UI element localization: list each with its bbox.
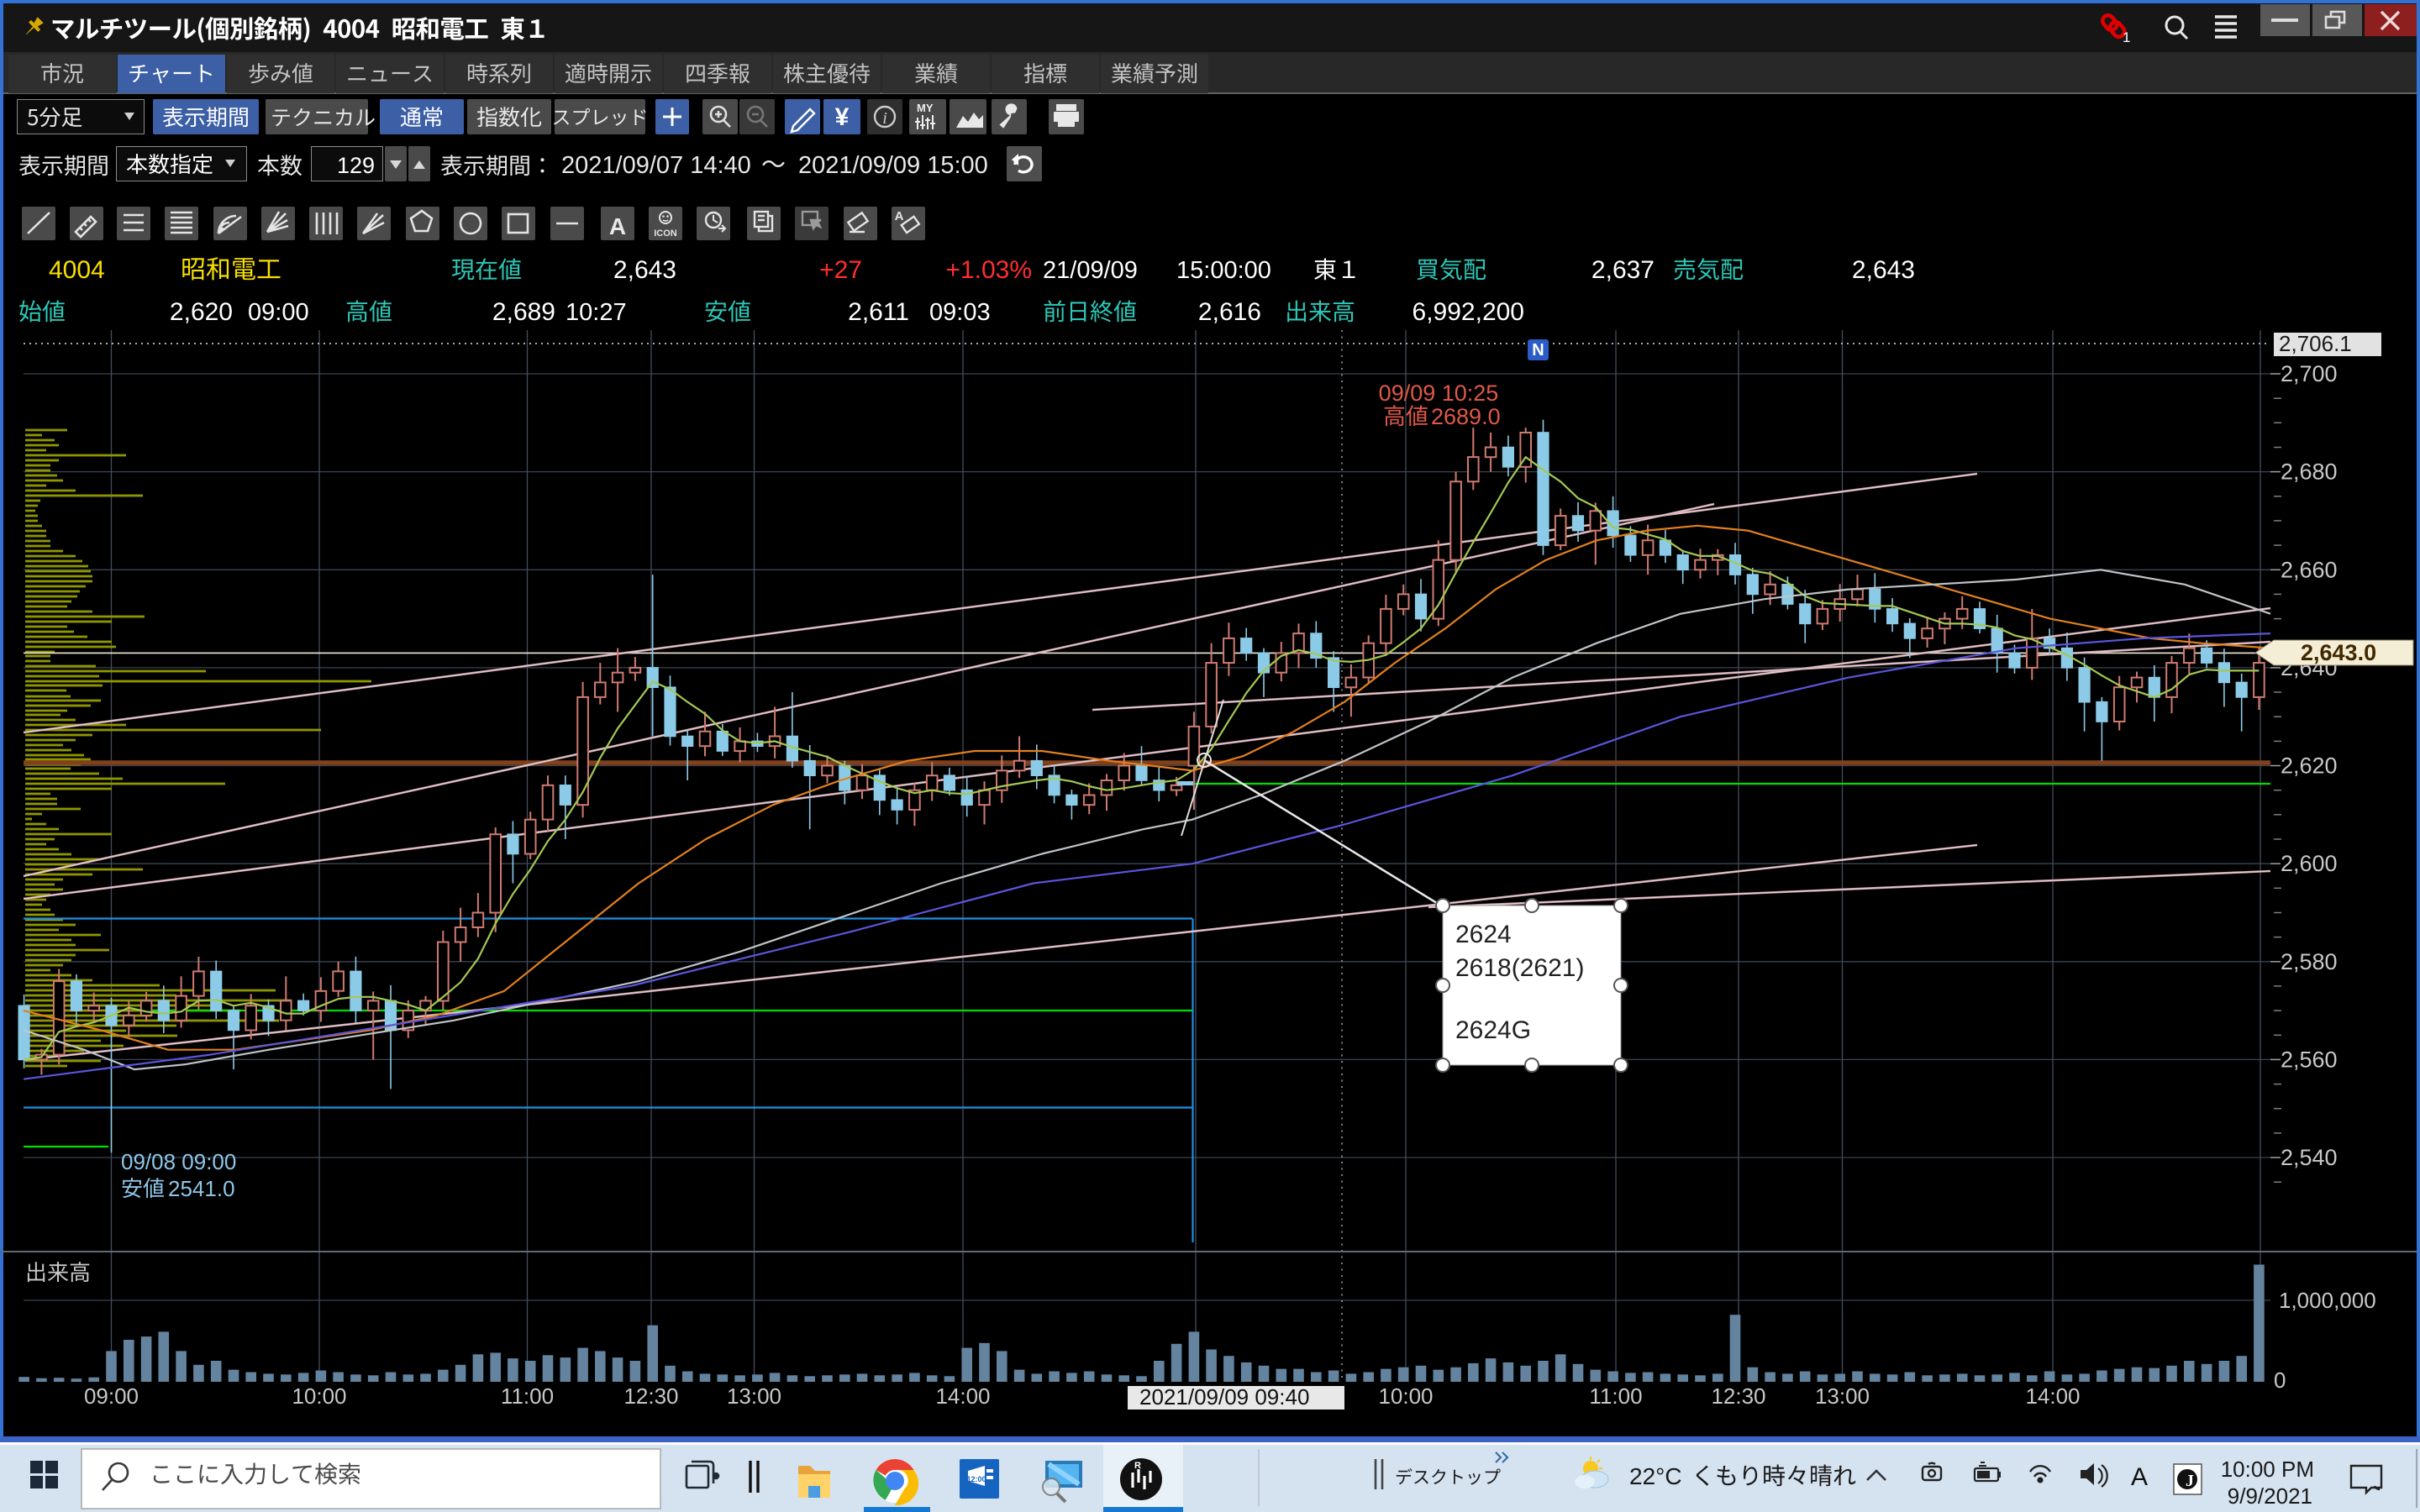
svg-text:2541.0: 2541.0 — [168, 1176, 235, 1201]
svg-text:1,000,000: 1,000,000 — [2279, 1288, 2376, 1313]
svg-text:J: J — [2186, 1472, 2194, 1490]
svg-text:09/08 09:00: 09/08 09:00 — [121, 1149, 236, 1174]
svg-text:2021/09/09 09:40: 2021/09/09 09:40 — [1139, 1384, 1309, 1410]
svg-text:2,660: 2,660 — [2281, 557, 2338, 582]
svg-text:2,580: 2,580 — [2281, 949, 2338, 974]
svg-text:09:00: 09:00 — [84, 1383, 139, 1409]
svg-text:2,643.0: 2,643.0 — [2301, 640, 2376, 665]
svg-text:12:00: 12:00 — [966, 1475, 986, 1483]
svg-text:2689.0: 2689.0 — [1431, 404, 1501, 429]
svg-text:14:00: 14:00 — [935, 1383, 990, 1409]
svg-text:2624: 2624 — [1455, 921, 1512, 948]
svg-text:10:00 PM: 10:00 PM — [2221, 1457, 2314, 1482]
svg-text:R: R — [1134, 1461, 1141, 1471]
svg-text:2,560: 2,560 — [2281, 1047, 2338, 1072]
svg-text:14:00: 14:00 — [2025, 1383, 2080, 1409]
svg-text:11:00: 11:00 — [1589, 1383, 1642, 1409]
svg-text:12:30: 12:30 — [1711, 1383, 1765, 1409]
svg-text:09/09 10:25: 09/09 10:25 — [1379, 381, 1499, 406]
svg-text:13:00: 13:00 — [727, 1383, 781, 1409]
svg-text:12:30: 12:30 — [623, 1383, 678, 1409]
svg-text:11:00: 11:00 — [501, 1383, 554, 1409]
svg-text:2,620: 2,620 — [2281, 753, 2338, 779]
svg-text:22°C: 22°C — [1629, 1463, 1682, 1489]
svg-text:2624G: 2624G — [1455, 1016, 1531, 1044]
svg-text:2,700: 2,700 — [2281, 361, 2338, 386]
svg-text:10:00: 10:00 — [1378, 1383, 1433, 1409]
svg-text:2,706.1: 2,706.1 — [2279, 331, 2352, 356]
svg-text:2,600: 2,600 — [2281, 851, 2338, 876]
svg-text:2,680: 2,680 — [2281, 459, 2338, 485]
svg-text:0: 0 — [2274, 1368, 2286, 1393]
svg-text:10:00: 10:00 — [292, 1383, 346, 1409]
svg-text:13:00: 13:00 — [1815, 1383, 1870, 1409]
svg-text:9/9/2021: 9/9/2021 — [2228, 1483, 2312, 1509]
svg-text:2,540: 2,540 — [2281, 1145, 2338, 1170]
svg-text:A: A — [2131, 1463, 2148, 1491]
svg-text:N: N — [1532, 341, 1544, 360]
svg-text:2618(2621): 2618(2621) — [1455, 954, 1584, 982]
